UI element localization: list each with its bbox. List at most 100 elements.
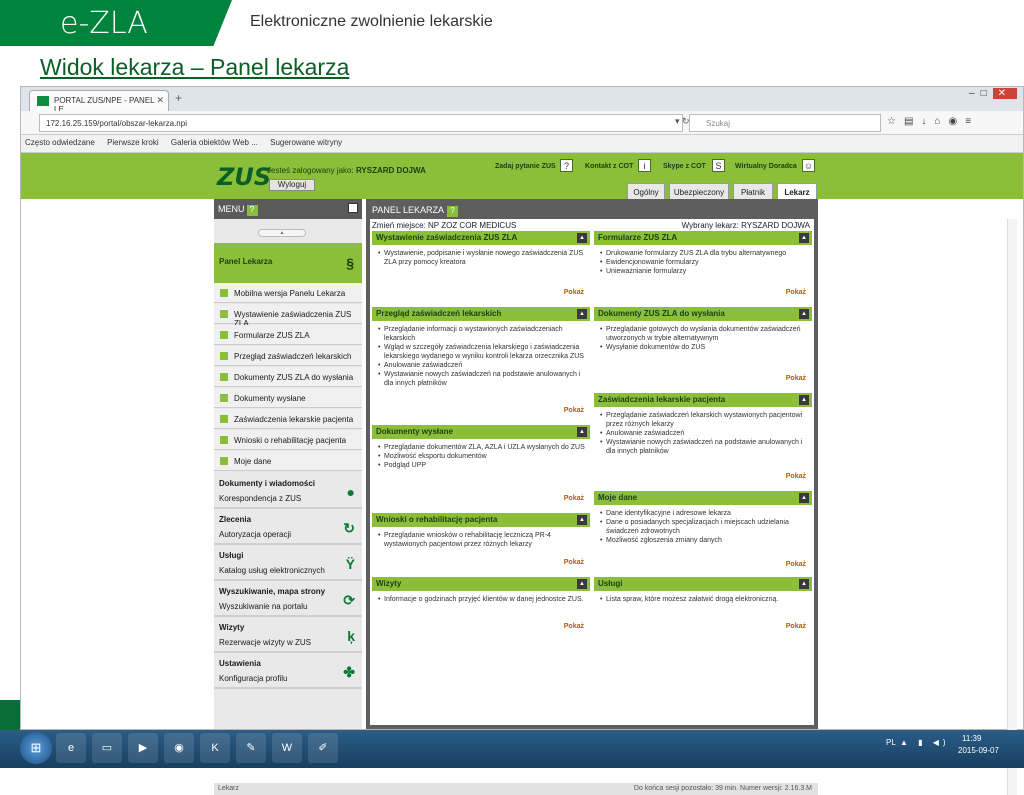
- sidebar-subitem[interactable]: Dokumenty ZUS ZLA do wysłania: [214, 367, 362, 387]
- minimize-icon[interactable]: –: [969, 88, 981, 99]
- language-indicator[interactable]: PL: [886, 738, 896, 747]
- question-icon[interactable]: ?: [560, 159, 573, 172]
- home-icon[interactable]: ⌂: [934, 116, 948, 127]
- role-tab-general[interactable]: Ogólny: [627, 183, 665, 199]
- sidebar-item-panel[interactable]: Panel Lekarza §: [214, 243, 362, 283]
- sidebar-subitem[interactable]: Przegląd zaświadczeń lekarskich: [214, 346, 362, 366]
- close-tab-icon[interactable]: ✕: [156, 95, 164, 106]
- start-button[interactable]: ⊞: [20, 732, 52, 764]
- show-link[interactable]: Pokaż: [564, 495, 584, 502]
- browser-tab[interactable]: PORTAL ZUS/NPE - PANEL LE ✕: [29, 90, 169, 114]
- role-tab-doctor[interactable]: Lekarz: [777, 183, 817, 199]
- header-link-advisor[interactable]: Wirtualny Doradca: [735, 163, 797, 170]
- new-tab-button[interactable]: +: [175, 91, 182, 105]
- header-link-skype[interactable]: Skype z COT: [663, 163, 706, 170]
- expand-icon[interactable]: ▲: [799, 309, 809, 319]
- sidebar-group-documents[interactable]: Dokumenty i wiadomości Korespondencja z Z…: [214, 475, 362, 509]
- expand-icon[interactable]: ▲: [799, 493, 809, 503]
- collapse-icon[interactable]: [348, 203, 358, 213]
- show-link[interactable]: Pokaż: [564, 623, 584, 630]
- bookmark-item[interactable]: Sugerowane witryny: [270, 138, 342, 147]
- card-header[interactable]: Zaświadczenia lekarskie pacjenta ▲: [594, 393, 812, 407]
- card-header[interactable]: Wizyty ▲: [372, 577, 590, 591]
- sidebar-group-settings[interactable]: Ustawienia Konfiguracja profilu ✤: [214, 655, 362, 689]
- help-icon[interactable]: ?: [246, 205, 258, 216]
- maximize-icon[interactable]: □: [981, 88, 993, 99]
- show-link[interactable]: Pokaż: [786, 561, 806, 568]
- show-link[interactable]: Pokaż: [564, 407, 584, 414]
- logout-button[interactable]: Wyloguj: [269, 179, 315, 191]
- vertical-scrollbar[interactable]: [1007, 219, 1017, 795]
- show-link[interactable]: Pokaż: [564, 559, 584, 566]
- expand-icon[interactable]: ▲: [799, 233, 809, 243]
- download-icon[interactable]: ↓: [921, 116, 934, 127]
- show-link[interactable]: Pokaż: [786, 623, 806, 630]
- sidebar-group-orders[interactable]: Zlecenia Autoryzacja operacji ↻: [214, 511, 362, 545]
- star-icon[interactable]: ☆: [887, 116, 904, 127]
- role-tab-payer[interactable]: Płatnik: [733, 183, 773, 199]
- sidebar-subitem[interactable]: Wnioski o rehabilitację pacjenta: [214, 430, 362, 450]
- expand-icon[interactable]: ▲: [577, 233, 587, 243]
- scroll-up-button[interactable]: ▲: [258, 229, 306, 237]
- show-link[interactable]: Pokaż: [786, 473, 806, 480]
- expand-icon[interactable]: ▲: [577, 309, 587, 319]
- reading-list-icon[interactable]: ▤: [904, 116, 921, 127]
- sidebar-group-visits[interactable]: Wizyty Rezerwacje wizyty w ZUS ķ: [214, 619, 362, 653]
- media-player-icon[interactable]: ▶: [128, 733, 158, 763]
- sidebar-subitem[interactable]: Zaświadczenia lekarskie pacjenta: [214, 409, 362, 429]
- ksi-icon[interactable]: K: [200, 733, 230, 763]
- paint-icon[interactable]: ✎: [236, 733, 266, 763]
- change-place-link[interactable]: Zmień miejsce: NP ZOZ COR MEDICUS: [372, 221, 516, 230]
- tray-icons[interactable]: ▲ ▮ ◀): [900, 738, 950, 747]
- card-header[interactable]: Przegląd zaświadczeń lekarskich ▲: [372, 307, 590, 321]
- sidebar-subitem[interactable]: Dokumenty wysłane: [214, 388, 362, 408]
- sidebar-group-services[interactable]: Usługi Katalog usług elektronicznych Ÿ: [214, 547, 362, 581]
- expand-icon[interactable]: ▲: [799, 579, 809, 589]
- address-bar[interactable]: 172.16.25.159/portal/obszar-lekarza.npi: [39, 114, 683, 132]
- show-link[interactable]: Pokaż: [564, 289, 584, 296]
- expand-icon[interactable]: ▲: [577, 427, 587, 437]
- search-input[interactable]: Szukaj: [689, 114, 881, 132]
- card-header[interactable]: Dokumenty wysłane ▲: [372, 425, 590, 439]
- info-icon[interactable]: i: [638, 159, 651, 172]
- card-header[interactable]: Wystawienie zaświadczenia ZUS ZLA ▲: [372, 231, 590, 245]
- card-header[interactable]: Formularze ZUS ZLA ▲: [594, 231, 812, 245]
- show-link[interactable]: Pokaż: [786, 289, 806, 296]
- explorer-icon[interactable]: ▭: [92, 733, 122, 763]
- portal-header: [21, 153, 1023, 199]
- sidebar-subitem[interactable]: Mobilna wersja Panelu Lekarza: [214, 283, 362, 303]
- card-header[interactable]: Usługi ▲: [594, 577, 812, 591]
- clock-time[interactable]: 11:39: [962, 734, 981, 743]
- close-window-icon[interactable]: ✕: [992, 88, 1017, 99]
- firefox-icon[interactable]: ◉: [164, 733, 194, 763]
- menu-icon[interactable]: ≡: [965, 116, 979, 127]
- header-link-ask[interactable]: Zadaj pytanie ZUS: [495, 163, 556, 170]
- sidebar-group-search[interactable]: Wyszukiwanie, mapa strony Wyszukiwanie na…: [214, 583, 362, 617]
- clock-date[interactable]: 2015-09-07: [958, 746, 999, 755]
- skype-icon[interactable]: S: [712, 159, 725, 172]
- bookmark-item[interactable]: Galeria obiektów Web ...: [171, 138, 258, 147]
- card-header[interactable]: Moje dane ▲: [594, 491, 812, 505]
- main-panel: PANEL LEKARZA? Zmień miejsce: NP ZOZ COR…: [366, 199, 818, 729]
- card-header[interactable]: Wnioski o rehabilitację pacjenta ▲: [372, 513, 590, 527]
- word-icon[interactable]: W: [272, 733, 302, 763]
- card-header[interactable]: Dokumenty ZUS ZLA do wysłania ▲: [594, 307, 812, 321]
- expand-icon[interactable]: ▲: [577, 515, 587, 525]
- notes-icon[interactable]: ✐: [308, 733, 338, 763]
- advisor-icon[interactable]: ☺: [802, 159, 815, 172]
- expand-icon[interactable]: ▲: [799, 395, 809, 405]
- bookmark-item[interactable]: Pierwsze kroki: [107, 138, 159, 147]
- pocket-icon[interactable]: ◉: [948, 116, 965, 127]
- role-tab-insured[interactable]: Ubezpieczony: [669, 183, 729, 199]
- help-icon[interactable]: ?: [447, 206, 459, 217]
- sidebar-subitem[interactable]: Wystawienie zaświadczenia ZUS ZLA: [214, 304, 362, 328]
- sidebar-subitem[interactable]: Moje dane: [214, 451, 362, 471]
- header-link-contact[interactable]: Kontakt z COT: [585, 163, 633, 170]
- reload-icon[interactable]: ▾ ↻: [675, 116, 690, 127]
- bookmark-item[interactable]: Często odwiedzane: [25, 138, 95, 147]
- expand-icon[interactable]: ▲: [577, 579, 587, 589]
- sidebar-subitem[interactable]: Formularze ZUS ZLA: [214, 325, 362, 345]
- ie-icon[interactable]: e: [56, 733, 86, 763]
- zus-logo[interactable]: ZUS: [217, 163, 271, 191]
- show-link[interactable]: Pokaż: [786, 375, 806, 382]
